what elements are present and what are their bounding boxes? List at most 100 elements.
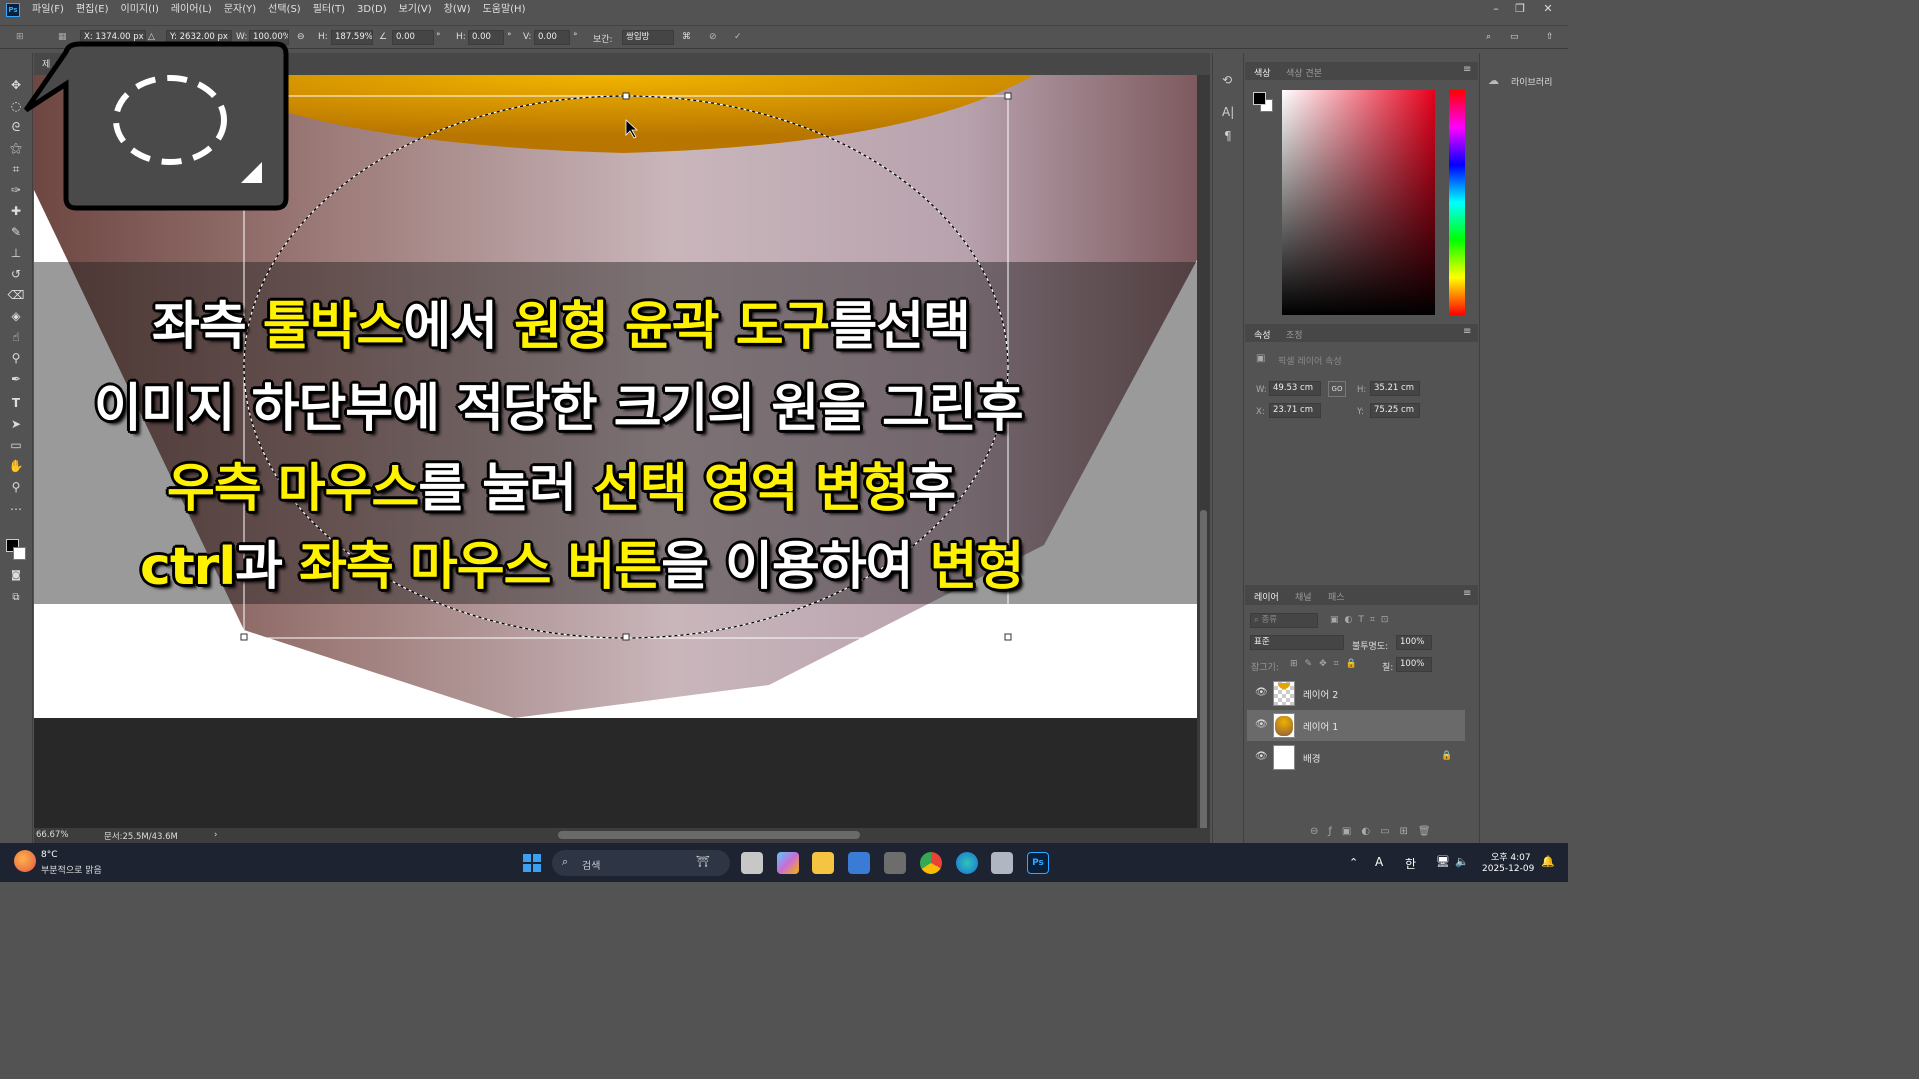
zoom-tool-icon[interactable]: ⚲ <box>7 479 25 495</box>
horizontal-scroll-thumb[interactable] <box>558 831 860 839</box>
layer-row[interactable]: 👁 레이어 2 <box>1247 678 1465 709</box>
tab-paths[interactable]: 패스 <box>1328 590 1345 603</box>
path-select-icon[interactable]: ➤ <box>7 416 25 432</box>
background-color-swatch[interactable] <box>13 547 26 560</box>
clock-time[interactable]: 오후 4:07 <box>1491 850 1531 863</box>
interpolation-select[interactable]: 쌍입방 <box>622 30 674 45</box>
tab-channels[interactable]: 채널 <box>1295 590 1312 603</box>
screen-mode-icon[interactable]: ⧉ <box>7 590 25 606</box>
history-brush-icon[interactable]: ↺ <box>7 266 25 282</box>
quick-mask-icon[interactable]: ◙ <box>7 568 25 584</box>
tab-swatches[interactable]: 색상 견본 <box>1286 66 1322 79</box>
cancel-transform-icon[interactable]: ⊘ <box>709 32 717 42</box>
visibility-eye-icon[interactable]: 👁 <box>1255 719 1268 730</box>
edge-icon[interactable] <box>956 852 978 874</box>
dodge-tool-icon[interactable]: ⚲ <box>7 350 25 366</box>
visibility-eye-icon[interactable]: 👁 <box>1255 687 1268 698</box>
commit-transform-icon[interactable]: ✓ <box>734 32 742 42</box>
layer-name[interactable]: 레이어 2 <box>1303 687 1338 701</box>
angle-field[interactable]: 0.00 <box>392 30 434 45</box>
photoshop-taskbar-icon[interactable]: Ps <box>1027 852 1049 874</box>
pen-tool-icon[interactable]: ✒ <box>7 371 25 387</box>
workspace-icon[interactable]: ▭ <box>1510 32 1519 42</box>
snipping-tool-icon[interactable] <box>991 852 1013 874</box>
menu-item[interactable]: 보기(V) <box>393 0 438 20</box>
stamp-tool-icon[interactable]: ⊥ <box>7 245 25 261</box>
tab-properties[interactable]: 속성 <box>1254 328 1271 341</box>
search-icon[interactable]: ⌕ <box>1486 32 1491 42</box>
prop-h-field[interactable]: 35.21 cm <box>1370 381 1420 396</box>
copilot-icon[interactable] <box>777 852 799 874</box>
store-icon[interactable] <box>848 852 870 874</box>
file-explorer-icon[interactable] <box>812 852 834 874</box>
eraser-tool-icon[interactable]: ⌫ <box>7 287 25 303</box>
visibility-eye-icon[interactable]: 👁 <box>1255 751 1268 762</box>
menu-item[interactable]: 편집(E) <box>70 0 115 20</box>
vskew-field[interactable]: 0.00 <box>534 30 570 45</box>
tab-layers[interactable]: 레이어 <box>1254 590 1279 603</box>
minimize-button[interactable]: – <box>1484 0 1508 20</box>
menu-item[interactable]: 선택(S) <box>262 0 307 20</box>
character-panel-icon[interactable]: A| <box>1222 105 1234 119</box>
prop-w-field[interactable]: 49.53 cm <box>1269 381 1321 396</box>
share-icon[interactable]: ⇧ <box>1546 32 1554 42</box>
fill-field[interactable]: 100% <box>1396 657 1432 672</box>
menu-item[interactable]: 레이어(L) <box>165 0 218 20</box>
smudge-tool-icon[interactable]: ☝ <box>7 329 25 345</box>
ime-hangul[interactable]: 한 <box>1405 855 1416 872</box>
opacity-field[interactable]: 100% <box>1396 635 1432 650</box>
menu-item[interactable]: 창(W) <box>438 0 477 20</box>
type-tool-icon[interactable]: T <box>7 395 25 411</box>
h-field[interactable]: 187.59% <box>331 30 373 45</box>
menu-item[interactable]: 파일(F) <box>26 0 70 20</box>
notification-icon[interactable]: 🔔 <box>1541 855 1555 868</box>
close-button[interactable]: ✕ <box>1536 0 1560 20</box>
hand-tool-icon[interactable]: ✋ <box>7 458 25 474</box>
menu-item[interactable]: 3D(D) <box>351 0 393 20</box>
history-panel-icon[interactable]: ⟲ <box>1222 73 1232 87</box>
properties-menu-icon[interactable]: ≡ <box>1463 326 1471 337</box>
more-tools-icon[interactable]: ⋯ <box>7 501 25 517</box>
menu-item[interactable]: 문자(Y) <box>218 0 262 20</box>
cc-libraries-icon[interactable]: ☁ <box>1488 74 1499 87</box>
clock-date[interactable]: 2025-12-09 <box>1482 864 1534 874</box>
blend-mode-select[interactable]: 표준 <box>1250 635 1344 650</box>
rectangle-tool-icon[interactable]: ▭ <box>7 437 25 453</box>
menu-item[interactable]: 이미지(I) <box>115 0 165 20</box>
layer-filter-select[interactable]: ⌕ 종류 <box>1250 613 1318 628</box>
lock-icons[interactable]: ⊞✎✥⌗🔒 <box>1290 659 1364 669</box>
zoom-level[interactable]: 66.67% <box>36 830 68 840</box>
tray-chevron-icon[interactable]: ⌃ <box>1349 856 1358 869</box>
chrome-icon[interactable] <box>920 852 942 874</box>
link-dimensions-button[interactable]: GO <box>1328 381 1346 397</box>
calculator-icon[interactable] <box>884 852 906 874</box>
color-panel-menu-icon[interactable]: ≡ <box>1463 64 1471 75</box>
warp-icon[interactable]: ⌘ <box>682 32 691 42</box>
menu-item[interactable]: 필터(T) <box>307 0 351 20</box>
menu-item[interactable]: 도움말(H) <box>477 0 532 20</box>
libraries-label[interactable]: 라이브러리 <box>1511 75 1552 88</box>
prop-y-field[interactable]: 75.25 cm <box>1370 403 1420 418</box>
tab-color[interactable]: 색상 <box>1254 66 1271 79</box>
weather-temp[interactable]: 8°C <box>41 850 58 860</box>
link-icon[interactable]: ⊖ <box>297 32 305 42</box>
windows-start-icon[interactable] <box>521 852 543 874</box>
brush-tool-icon[interactable]: ✎ <box>7 224 25 240</box>
network-icon[interactable]: 🖥 <box>1436 855 1450 868</box>
hue-slider[interactable] <box>1449 90 1465 315</box>
weather-desc[interactable]: 부분적으로 맑음 <box>41 863 102 876</box>
layers-menu-icon[interactable]: ≡ <box>1463 588 1471 599</box>
tab-adjustments[interactable]: 조정 <box>1286 328 1303 341</box>
paragraph-panel-icon[interactable]: ¶ <box>1224 129 1232 143</box>
taskbar-search[interactable]: ⌕ 검색 ⛩ <box>552 850 730 876</box>
color-field[interactable] <box>1282 90 1435 315</box>
doc-size[interactable]: 문서:25.5M/43.6M <box>104 830 178 842</box>
layers-footer-icons[interactable]: ⊖ƒ▣◐▭⊞🗑 <box>1310 826 1441 837</box>
hskew-field[interactable]: 0.00 <box>468 30 504 45</box>
layer-row[interactable]: 👁 배경 🔒 <box>1247 742 1465 773</box>
layer-name[interactable]: 배경 <box>1303 751 1320 765</box>
weather-icon[interactable] <box>14 850 36 872</box>
layer-filter-icons[interactable]: ▣◐T⌗⊡ <box>1330 615 1394 625</box>
layer-name[interactable]: 레이어 1 <box>1303 719 1338 733</box>
prop-x-field[interactable]: 23.71 cm <box>1269 403 1321 418</box>
